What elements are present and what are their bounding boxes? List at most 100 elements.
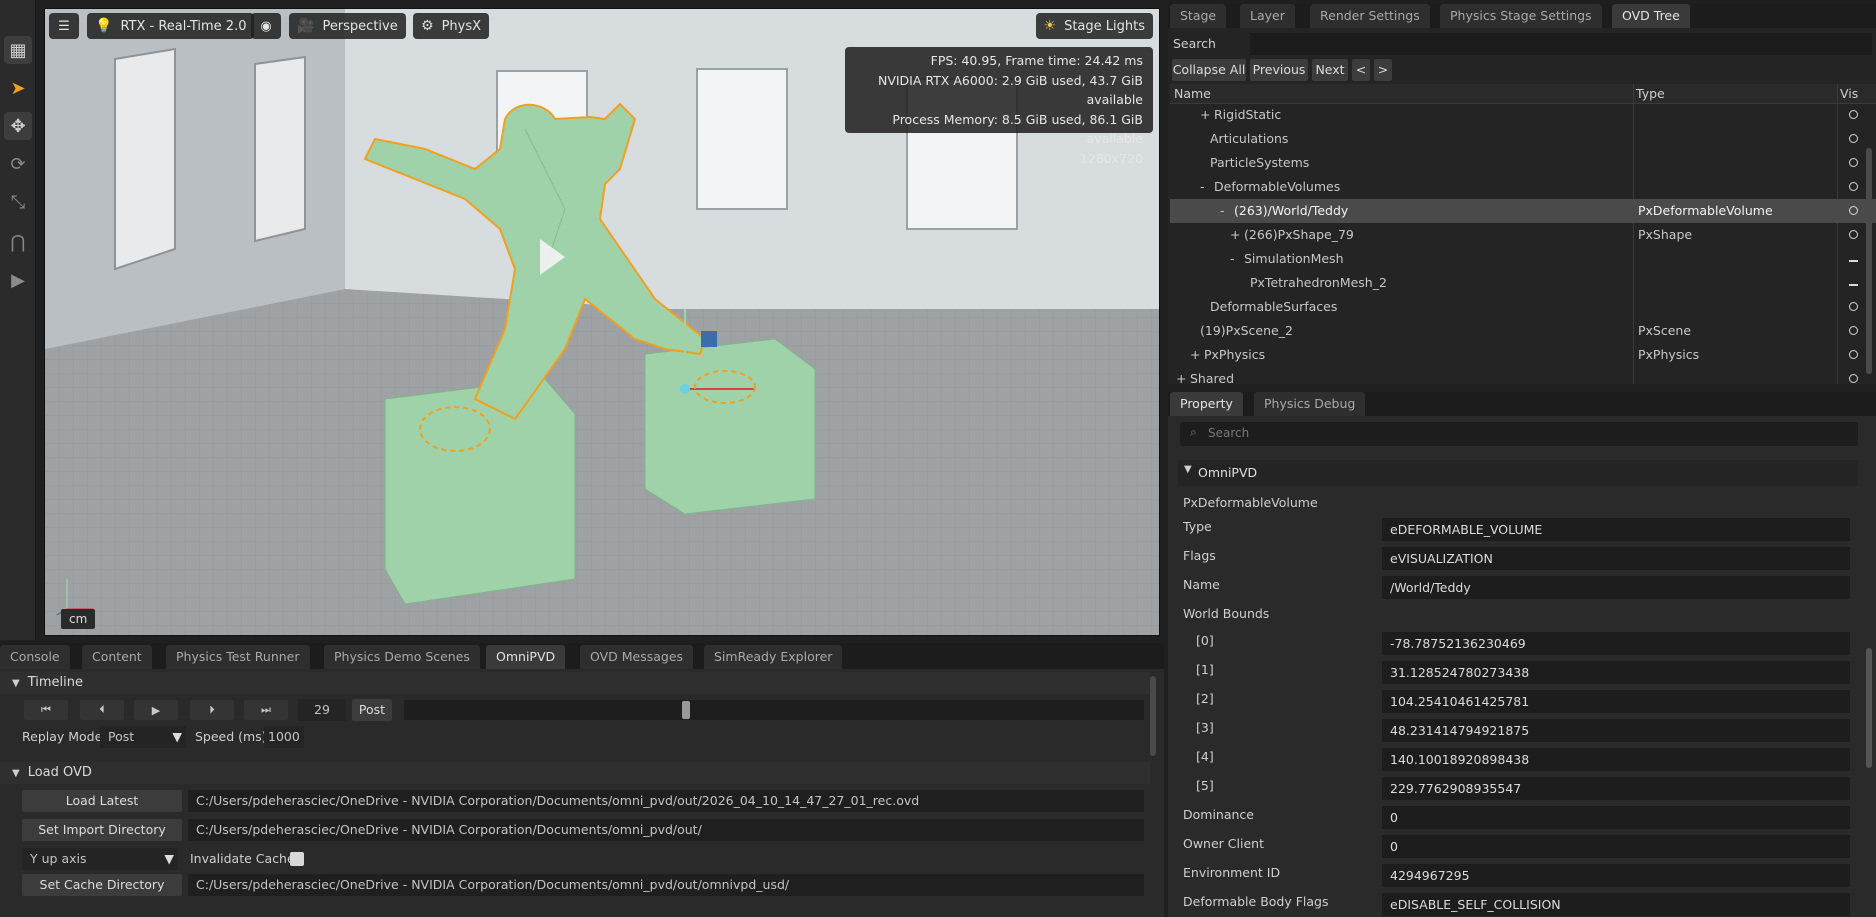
- replay-mode-select[interactable]: Post ▼: [100, 726, 186, 748]
- next-button[interactable]: Next: [1312, 59, 1348, 81]
- nav-left-button[interactable]: <: [1352, 59, 1370, 81]
- frame-input[interactable]: 29: [298, 699, 346, 721]
- tab-property[interactable]: Property: [1170, 392, 1243, 416]
- tab-render-settings[interactable]: Render Settings: [1310, 4, 1430, 28]
- expand-icon[interactable]: +: [1230, 223, 1240, 247]
- visibility-icon[interactable]: [1849, 158, 1858, 167]
- settings-sliders-icon[interactable]: ☰: [49, 13, 79, 39]
- viewport[interactable]: ☰ 💡 RTX - Real-Time 2.0 ◉ 🎥 Perspective …: [44, 8, 1160, 636]
- first-frame-button[interactable]: ⏮: [24, 700, 68, 720]
- app-menu-icon[interactable]: ▦: [4, 36, 32, 64]
- property-search-input[interactable]: ⌕ Search: [1180, 422, 1858, 446]
- tab-ovd-messages[interactable]: OVD Messages: [580, 645, 694, 669]
- visibility-icon[interactable]: [1849, 182, 1858, 191]
- unit-badge[interactable]: cm: [61, 609, 96, 629]
- select-tool-icon[interactable]: ➤: [4, 74, 32, 102]
- omnipvd-section-header[interactable]: ▼ OmniPVD: [1178, 460, 1858, 486]
- property-value[interactable]: 229.7762908935547: [1382, 777, 1850, 800]
- property-value[interactable]: /World/Teddy: [1382, 576, 1850, 599]
- property-value[interactable]: 140.10018920898438: [1382, 748, 1850, 771]
- tab-simready-explorer[interactable]: SimReady Explorer: [704, 645, 843, 669]
- tree-scrollbar[interactable]: [1866, 148, 1872, 374]
- hidden-icon[interactable]: [1849, 260, 1858, 262]
- camera-dropdown[interactable]: 🎥 Perspective: [289, 13, 406, 39]
- bottom-panel-scrollbar[interactable]: [1150, 676, 1156, 756]
- tree-row[interactable]: + PxPhysics PxPhysics: [1170, 343, 1876, 367]
- tab-layer[interactable]: Layer: [1240, 4, 1295, 28]
- collapse-icon[interactable]: -: [1200, 175, 1205, 199]
- next-frame-button[interactable]: ⏵: [190, 700, 234, 720]
- property-scrollbar[interactable]: [1866, 648, 1872, 768]
- tab-ovd-tree[interactable]: OVD Tree: [1612, 4, 1690, 28]
- cache-path-field[interactable]: C:/Users/pdeherasciec/OneDrive - NVIDIA …: [188, 874, 1144, 896]
- visibility-icon[interactable]: [1849, 326, 1858, 335]
- visibility-icon[interactable]: [1849, 302, 1858, 311]
- import-path-field[interactable]: C:/Users/pdeherasciec/OneDrive - NVIDIA …: [188, 819, 1144, 841]
- collapse-icon[interactable]: -: [1220, 199, 1225, 223]
- timeline-slider[interactable]: [404, 700, 1144, 720]
- set-import-directory-button[interactable]: Set Import Directory: [22, 819, 182, 841]
- expand-icon[interactable]: +: [1190, 343, 1200, 367]
- prev-frame-button[interactable]: ⏴: [80, 700, 124, 720]
- tree-row[interactable]: - DeformableVolumes: [1170, 175, 1876, 199]
- lighting-dropdown[interactable]: ☀ Stage Lights: [1035, 13, 1153, 39]
- property-value[interactable]: eDEFORMABLE_VOLUME: [1382, 518, 1850, 541]
- property-value[interactable]: eDISABLE_SELF_COLLISION: [1382, 893, 1850, 916]
- tab-stage[interactable]: Stage: [1170, 4, 1227, 28]
- load-latest-button[interactable]: Load Latest: [22, 790, 182, 812]
- tab-physics-demo-scenes[interactable]: Physics Demo Scenes: [324, 645, 480, 669]
- snap-magnet-icon[interactable]: ⋂: [4, 228, 32, 256]
- scale-tool-icon[interactable]: ⤡: [4, 188, 32, 216]
- visibility-icon[interactable]: [1849, 134, 1858, 143]
- renderer-dropdown[interactable]: 💡 RTX - Real-Time 2.0: [87, 13, 255, 39]
- visibility-icon[interactable]: [1849, 350, 1858, 359]
- nav-right-button[interactable]: >: [1374, 59, 1392, 81]
- play-icon[interactable]: ▶: [4, 266, 32, 294]
- tab-console[interactable]: Console: [0, 645, 70, 669]
- timeline-slider-handle[interactable]: [682, 701, 690, 719]
- property-value[interactable]: 104.25410461425781: [1382, 690, 1850, 713]
- expand-icon[interactable]: +: [1200, 103, 1210, 127]
- tree-row[interactable]: + Shared: [1170, 367, 1876, 391]
- tree-row[interactable]: DeformableSurfaces: [1170, 295, 1876, 319]
- up-axis-select[interactable]: Y up axis ▼: [22, 848, 178, 870]
- post-button[interactable]: Post: [352, 699, 392, 721]
- property-value[interactable]: -78.78752136230469: [1382, 632, 1850, 655]
- collapse-icon[interactable]: -: [1230, 247, 1235, 271]
- tree-row[interactable]: + RigidStatic: [1170, 103, 1876, 127]
- timeline-header[interactable]: ▼ Timeline: [0, 672, 1150, 694]
- tab-physics-test-runner[interactable]: Physics Test Runner: [166, 645, 310, 669]
- tree-row[interactable]: + (266)PxShape_79 PxShape: [1170, 223, 1876, 247]
- previous-button[interactable]: Previous: [1250, 59, 1308, 81]
- visibility-icon[interactable]: [1849, 110, 1858, 119]
- last-frame-button[interactable]: ⏭: [244, 700, 288, 720]
- visibility-icon[interactable]: [1849, 206, 1858, 215]
- tree-search-input[interactable]: [1250, 33, 1872, 55]
- name-column-header[interactable]: Name: [1174, 83, 1211, 105]
- tree-row[interactable]: PxTetrahedronMesh_2: [1170, 271, 1876, 295]
- tab-physics-debug[interactable]: Physics Debug: [1254, 392, 1366, 416]
- tab-omnipvd[interactable]: OmniPVD: [486, 645, 566, 669]
- rotate-tool-icon[interactable]: ⟳: [4, 150, 32, 178]
- visibility-icon[interactable]: [1849, 230, 1858, 239]
- move-tool-icon[interactable]: ✥: [4, 112, 32, 140]
- hidden-icon[interactable]: [1849, 284, 1858, 286]
- tab-content[interactable]: Content: [82, 645, 152, 669]
- set-cache-directory-button[interactable]: Set Cache Directory: [22, 874, 182, 896]
- tree-row[interactable]: - SimulationMesh: [1170, 247, 1876, 271]
- property-value[interactable]: 48.231414794921875: [1382, 719, 1850, 742]
- tree-row[interactable]: (19)PxScene_2 PxScene: [1170, 319, 1876, 343]
- tree-row[interactable]: - (263)/World/Teddy PxDeformableVolume: [1170, 199, 1876, 223]
- invalidate-cache-checkbox[interactable]: [290, 852, 304, 866]
- expand-icon[interactable]: +: [1176, 367, 1186, 391]
- vis-column-header[interactable]: Vis: [1840, 83, 1858, 105]
- visibility-icon[interactable]: [1849, 374, 1858, 383]
- eye-icon[interactable]: ◉: [251, 13, 281, 39]
- load-path-field[interactable]: C:/Users/pdeherasciec/OneDrive - NVIDIA …: [188, 790, 1144, 812]
- tree-row[interactable]: Articulations: [1170, 127, 1876, 151]
- tab-physics-stage-settings[interactable]: Physics Stage Settings: [1440, 4, 1602, 28]
- tree-row[interactable]: ParticleSystems: [1170, 151, 1876, 175]
- speed-input[interactable]: 1000: [264, 726, 304, 748]
- load-ovd-header[interactable]: ▼ Load OVD: [0, 762, 1150, 784]
- property-value[interactable]: 31.128524780273438: [1382, 661, 1850, 684]
